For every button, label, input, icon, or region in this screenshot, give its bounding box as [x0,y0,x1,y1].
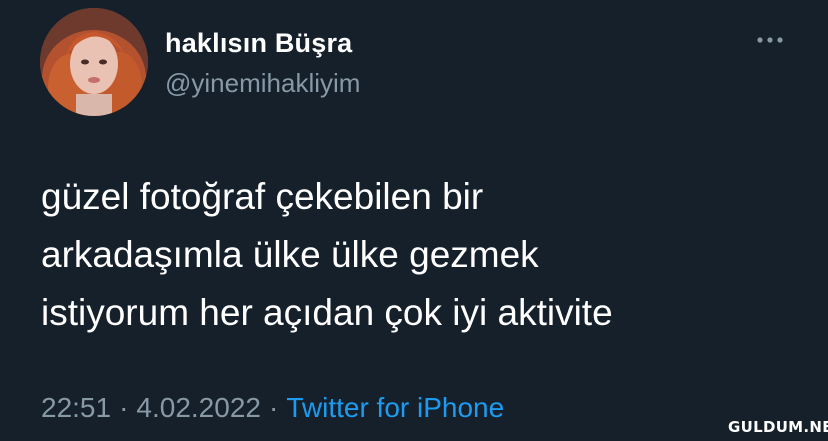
tweet-metadata: 22:51 · 4.02.2022 · Twitter for iPhone [41,392,504,424]
username-handle[interactable]: @yinemihakliyim [165,68,360,99]
separator: · [119,392,129,423]
avatar[interactable] [40,8,148,116]
separator: · [268,392,279,423]
profile-photo-icon [40,8,148,116]
tweet-text: güzel fotoğraf çekebilen bir arkadaşımla… [41,176,613,333]
tweet-time[interactable]: 22:51 [41,392,111,423]
tweet-card: haklısın Büşra @yinemihakliyim güzel fot… [0,0,828,441]
tweet-source-link[interactable]: Twitter for iPhone [286,392,504,423]
more-options-icon[interactable] [754,30,786,50]
watermark: GULDUM.NET [728,418,828,436]
display-name[interactable]: haklısın Büşra [165,28,352,59]
tweet-date[interactable]: 4.02.2022 [136,392,261,423]
